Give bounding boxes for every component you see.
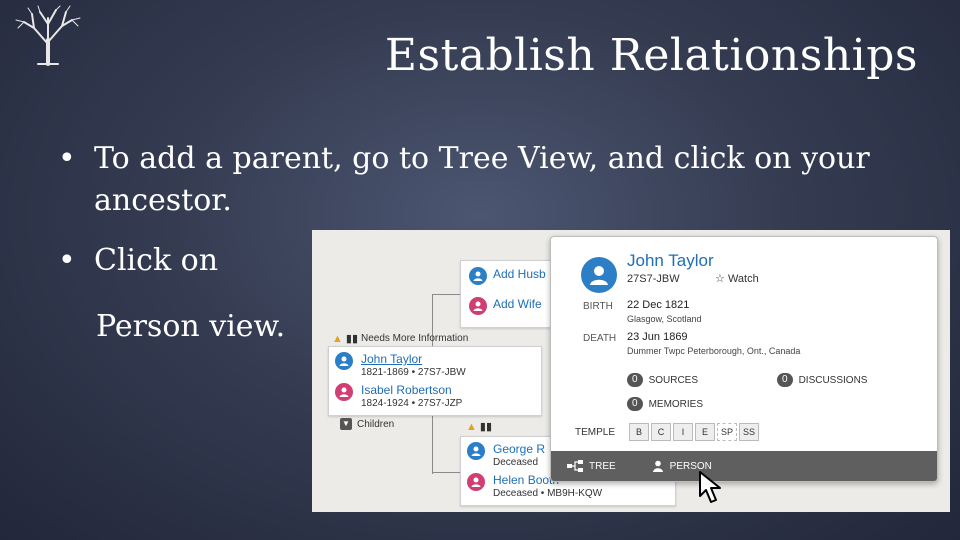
bullet-continuation: Person view. [96,309,286,344]
add-husband-link[interactable]: Add Husb [493,267,546,281]
children-toggle[interactable]: ▼ Children [340,418,394,430]
warning-triangle-icon: ▲ [332,332,343,345]
death-place: Dummer Twpc Peterborough, Ont., Canada [627,346,801,356]
female-avatar-icon [467,473,485,491]
person-name-link[interactable]: George R [493,442,545,456]
person-lifespan-id: 1821-1869 • 27S7-JBW [361,367,466,378]
person-status: Deceased [493,457,539,468]
familysearch-screenshot: Add Husb Add Wife ▲ ▮▮ Needs More Inform… [312,230,950,512]
sources-count[interactable]: 0 SOURCES [627,373,698,387]
temple-ordinance-b[interactable]: B [629,423,649,441]
temple-ordinance-i[interactable]: I [673,423,693,441]
person-status-id: Deceased • MB9H-KQW [493,488,603,499]
couple-card-john-taylor[interactable]: John Taylor 1821-1869 • 27S7-JBW Isabel … [328,346,542,416]
birth-date: 22 Dec 1821 [627,299,690,311]
tree-view-icon [567,460,583,472]
research-bars-icon: ▮▮ [345,333,358,345]
bullet-dot-icon: • [58,243,76,278]
temple-ordinance-sp[interactable]: SP [717,423,737,441]
warning-triangle-icon: ▲ [466,420,477,433]
add-wife-link[interactable]: Add Wife [493,297,542,311]
male-avatar-icon [581,257,617,293]
bullet-item: • To add a parent, go to Tree View, and … [58,138,918,222]
bullet-dot-icon: • [58,141,76,176]
male-avatar-icon [469,267,487,285]
birth-place: Glasgow, Scotland [627,314,702,324]
temple-ordinance-c[interactable]: C [651,423,671,441]
popup-footer-bar: TREE PERSON [551,451,937,481]
needs-more-info-row: ▲ ▮▮ Needs More Information [332,332,469,346]
bullet-text: Click on [94,243,219,278]
temple-label: TEMPLE [575,427,616,438]
discussions-count[interactable]: 0 DISCUSSIONS [777,373,867,387]
temple-ordinance-ss[interactable]: SS [739,423,759,441]
mouse-cursor-icon [699,471,721,503]
death-label: DEATH [583,333,617,344]
star-icon: ☆ [715,273,725,285]
male-avatar-icon [467,442,485,460]
person-name-link[interactable]: John Taylor [361,352,466,366]
tree-view-button[interactable]: TREE [567,460,616,472]
children-label: Children [357,418,395,430]
temple-ordinance-e[interactable]: E [695,423,715,441]
person-summary-popup: John Taylor 27S7-JBW ☆ Watch BIRTH 22 De… [550,236,938,482]
person-icon [652,460,663,472]
person-name-link[interactable]: Isabel Robertson [361,383,462,397]
lower-warning-row: ▲ ▮▮ [466,420,492,434]
add-parents-card: Add Husb Add Wife [460,260,560,328]
female-avatar-icon [335,383,353,401]
male-avatar-icon [335,352,353,370]
chevron-down-icon: ▼ [340,418,352,430]
needs-more-info-label: Needs More Information [361,333,469,344]
slide-title: Establish Relationships [384,30,918,81]
memories-count[interactable]: 0 MEMORIES [627,397,703,411]
tree-logo-icon [15,5,81,66]
watch-button[interactable]: ☆ Watch [715,272,759,285]
popup-person-id: 27S7-JBW [627,273,680,285]
death-date: 23 Jun 1869 [627,331,688,343]
bullet-text: To add a parent, go to Tree View, and cl… [94,141,870,218]
popup-person-name[interactable]: John Taylor [627,251,714,271]
person-lifespan-id: 1824-1924 • 27S7-JZP [361,398,463,409]
research-bars-icon: ▮▮ [479,421,492,433]
birth-label: BIRTH [583,301,613,312]
female-avatar-icon [469,297,487,315]
